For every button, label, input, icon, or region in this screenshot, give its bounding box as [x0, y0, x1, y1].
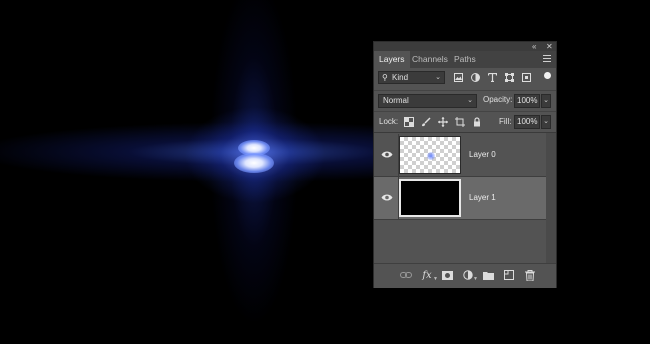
panel-tabbar: Layers Channels Paths	[374, 51, 556, 68]
eye-icon	[381, 194, 393, 201]
fill-dropdown-button[interactable]: ⌄	[541, 115, 551, 129]
lock-position-icon[interactable]	[437, 116, 448, 127]
layer-row-layer-0[interactable]: Layer 0	[374, 134, 546, 177]
adjustment-layer-filter-icon[interactable]	[471, 73, 480, 82]
tab-paths[interactable]: Paths	[449, 51, 481, 68]
layers-panel: « ✕ Layers Channels Paths ⚲ Kind ⌄ Norma…	[373, 41, 557, 288]
lock-all-icon[interactable]	[471, 116, 482, 127]
blend-mode-select[interactable]: Normal ⌄	[378, 94, 477, 108]
caret-icon: ▼	[433, 276, 438, 282]
layer-thumbnail[interactable]	[399, 136, 461, 174]
search-icon: ⚲	[382, 73, 388, 82]
lock-label: Lock:	[379, 117, 399, 126]
pixel-layer-filter-icon[interactable]	[454, 73, 463, 82]
blend-mode-value: Normal	[383, 96, 409, 105]
lock-transparent-pixels-icon[interactable]	[403, 116, 414, 127]
thumbnail-flare-dot	[427, 152, 435, 160]
visibility-toggle[interactable]	[374, 134, 399, 176]
link-layers-icon[interactable]	[400, 269, 412, 281]
filter-toggle-icon[interactable]	[544, 72, 551, 79]
new-layer-icon[interactable]	[503, 269, 515, 281]
close-icon[interactable]: ✕	[546, 42, 553, 51]
eye-icon	[381, 151, 393, 158]
opacity-dropdown-button[interactable]: ⌄	[541, 94, 551, 108]
blend-row: Normal ⌄ Opacity: 100% ⌄	[374, 90, 556, 111]
layers-scrollbar[interactable]	[546, 133, 556, 264]
opacity-label: Opacity:	[483, 95, 513, 104]
layer-name[interactable]: Layer 1	[469, 193, 496, 202]
lock-image-pixels-icon[interactable]	[420, 116, 431, 127]
smart-object-filter-icon[interactable]	[522, 73, 531, 82]
layer-row-layer-1[interactable]: Layer 1	[374, 177, 546, 220]
type-layer-filter-icon[interactable]	[488, 73, 497, 82]
opacity-input[interactable]: 100%	[514, 94, 540, 108]
lock-row: Lock: Fill: 100% ⌄	[374, 111, 556, 132]
visibility-toggle[interactable]	[374, 177, 399, 219]
layer-name[interactable]: Layer 0	[469, 150, 496, 159]
fill-label: Fill:	[499, 117, 512, 126]
chevron-down-icon: ⌄	[435, 74, 441, 81]
panel-menu-icon[interactable]	[543, 55, 551, 63]
new-group-icon[interactable]	[482, 269, 494, 281]
add-mask-icon[interactable]	[441, 269, 453, 281]
layer-style-icon[interactable]: fx	[421, 269, 433, 281]
shape-layer-filter-icon[interactable]	[505, 73, 514, 82]
layer-thumbnail[interactable]	[399, 179, 461, 217]
lock-artboard-icon[interactable]	[454, 116, 465, 127]
filter-kind-select[interactable]: ⚲ Kind ⌄	[378, 71, 445, 84]
fill-input[interactable]: 100%	[514, 115, 540, 129]
double-chevron-icon[interactable]: «	[532, 42, 536, 51]
lens-flare-core-bottom	[234, 153, 274, 173]
layers-list: Layer 0 Layer 1	[374, 132, 556, 264]
tab-layers[interactable]: Layers	[374, 51, 410, 68]
fx-label: fx	[422, 269, 432, 281]
caret-icon: ▼	[473, 276, 478, 282]
delete-layer-icon[interactable]	[524, 269, 536, 281]
chevron-down-icon: ⌄	[467, 97, 473, 104]
layers-bottom-bar: fx ▼ ▼	[374, 263, 556, 288]
panel-title-strip[interactable]: « ✕	[374, 42, 556, 51]
tab-channels[interactable]: Channels	[407, 51, 453, 68]
filter-row: ⚲ Kind ⌄	[374, 68, 556, 89]
filter-kind-label: Kind	[392, 73, 409, 82]
